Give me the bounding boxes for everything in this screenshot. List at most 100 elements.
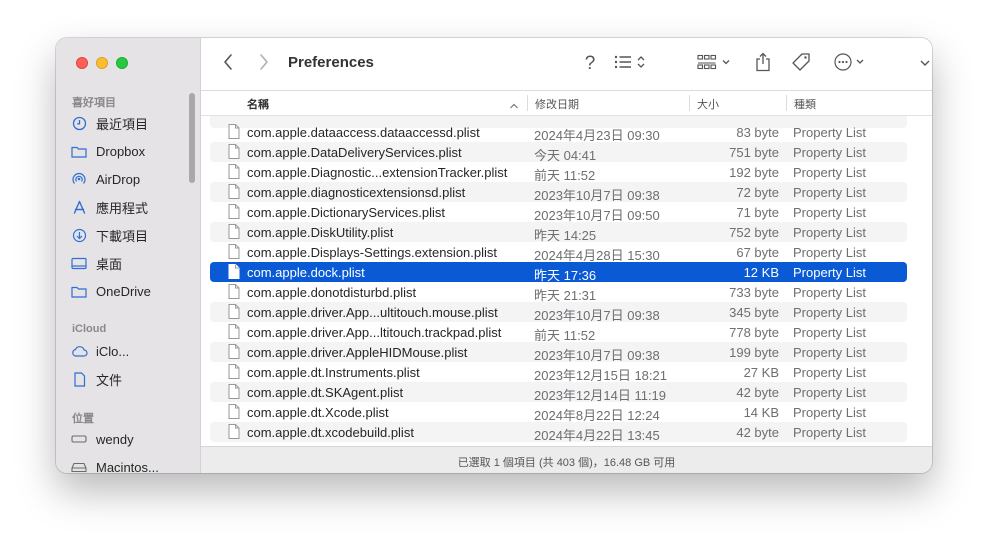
more-actions-button[interactable] <box>833 52 869 76</box>
plist-file-icon <box>228 184 240 199</box>
sidebar-header-locations: 位置 <box>72 413 94 425</box>
table-row[interactable]: com.apple.DictionaryServices.plist 2023年… <box>210 202 907 223</box>
sidebar-scrollbar[interactable] <box>189 93 195 183</box>
table-row[interactable]: com.apple.driver.App...ultitouch.mouse.p… <box>210 302 907 323</box>
table-row[interactable]: com.apple.diagnosticextensionsd.plist 20… <box>210 182 907 203</box>
table-row[interactable]: com.apple.DataDeliveryServices.plist 今天 … <box>210 142 907 163</box>
plist-file-icon <box>228 124 240 139</box>
sidebar-item-recents[interactable]: 最近項目 <box>70 112 194 134</box>
table-row[interactable]: com.apple.dt.SKAgent.plist 2023年12月14日 1… <box>210 382 907 403</box>
folder-icon <box>70 142 88 160</box>
column-date-header[interactable]: 修改日期 <box>535 96 579 112</box>
sidebar-item-label: 文件 <box>96 372 123 388</box>
column-divider[interactable] <box>786 95 787 111</box>
tag-button[interactable] <box>790 52 812 76</box>
sidebar-item-wendy[interactable]: wendy <box>70 428 194 450</box>
column-divider[interactable] <box>689 95 690 111</box>
file-kind: Property List <box>793 425 866 440</box>
table-row[interactable]: com.apple.driver.App...ltitouch.trackpad… <box>210 322 907 343</box>
sidebar-item-dropbox[interactable]: Dropbox <box>70 140 194 162</box>
file-name: com.apple.dt.xcodebuild.plist <box>247 425 414 440</box>
sidebar-item-label: iClo... <box>96 343 130 359</box>
sidebar-item-applications[interactable]: 應用程式 <box>70 196 194 218</box>
plist-file-icon <box>228 244 240 259</box>
sidebar-item-onedrive[interactable]: OneDrive <box>70 280 194 302</box>
plist-file-icon <box>228 324 240 339</box>
tag-icon <box>791 52 811 77</box>
group-button[interactable] <box>695 52 735 76</box>
more-icon <box>834 52 868 76</box>
sidebar-item-documents[interactable]: 文件 <box>70 368 194 390</box>
back-button[interactable] <box>219 52 237 76</box>
sidebar-item-desktop[interactable]: 桌面 <box>70 252 194 274</box>
chevron-down-icon <box>919 55 931 73</box>
share-button[interactable] <box>753 52 773 76</box>
file-size: 72 byte <box>736 185 779 200</box>
table-row[interactable]: com.apple.Displays-Settings.extension.pl… <box>210 242 907 263</box>
desktop-icon <box>70 254 88 272</box>
zoom-window-button[interactable] <box>116 57 128 69</box>
table-row[interactable]: com.apple.dt.Instruments.plist 2023年12月1… <box>210 362 907 383</box>
forward-icon <box>259 53 269 76</box>
table-row[interactable]: com.apple.dataaccess.dataaccessd.plist 2… <box>210 122 907 143</box>
file-kind: Property List <box>793 345 866 360</box>
file-size: 71 byte <box>736 205 779 220</box>
sidebar-header-favorites: 喜好項目 <box>72 97 116 109</box>
table-row[interactable]: com.apple.dt.xcodebuild.plist 2024年4月22日… <box>210 422 907 443</box>
sidebar-item-downloads[interactable]: 下載項目 <box>70 224 194 246</box>
group-icon <box>697 54 733 75</box>
file-name: com.apple.Displays-Settings.extension.pl… <box>247 245 498 260</box>
plist-file-icon <box>228 164 240 179</box>
file-name: com.apple.dock.plist <box>247 265 365 280</box>
table-row[interactable]: com.apple.Diagnostic...extensionTracker.… <box>210 162 907 183</box>
view-options-button[interactable] <box>612 52 652 76</box>
column-divider[interactable] <box>527 95 528 111</box>
help-button[interactable]: ? <box>581 52 599 76</box>
column-kind-header[interactable]: 種類 <box>794 96 816 112</box>
table-row[interactable]: com.apple.donotdisturbd.plist 昨天 21:31 7… <box>210 282 907 303</box>
table-row[interactable]: com.apple.driver.AppleHIDMouse.plist 202… <box>210 342 907 363</box>
sidebar-item-label: AirDrop <box>96 171 141 187</box>
file-size: 752 byte <box>729 225 779 240</box>
sidebar-item-icloud-drive[interactable]: iClo... <box>70 340 194 362</box>
sidebar-item-label: Macintos... <box>96 459 159 474</box>
window-title: Preferences <box>288 54 374 71</box>
table-row[interactable]: com.apple.DiskUtility.plist 昨天 14:25 752… <box>210 222 907 243</box>
minimize-window-button[interactable] <box>96 57 108 69</box>
file-name: com.apple.donotdisturbd.plist <box>247 285 417 300</box>
column-size-header[interactable]: 大小 <box>697 96 719 112</box>
sidebar-item-macintosh-hd[interactable]: Macintos... <box>70 456 194 473</box>
file-kind: Property List <box>793 285 866 300</box>
sidebar-item-airdrop[interactable]: AirDrop <box>70 168 194 190</box>
file-kind: Property List <box>793 205 866 220</box>
file-kind: Property List <box>793 225 866 240</box>
sidebar-item-label: 最近項目 <box>96 116 149 132</box>
close-window-button[interactable] <box>76 57 88 69</box>
file-size: 12 KB <box>743 265 779 280</box>
cloud-icon <box>70 342 88 360</box>
sidebar-header-icloud: iCloud <box>72 323 107 335</box>
table-row[interactable]: com.apple.dt.Xcode.plist 2024年8月22日 12:2… <box>210 402 907 423</box>
file-name: com.apple.diagnosticextensionsd.plist <box>247 185 466 200</box>
plist-file-icon <box>228 224 240 239</box>
clock-icon <box>70 114 88 132</box>
toolbar-overflow-button[interactable] <box>915 52 932 76</box>
file-name: com.apple.dt.Xcode.plist <box>247 405 389 420</box>
forward-button[interactable] <box>255 52 273 76</box>
file-size: 27 KB <box>743 365 779 380</box>
plist-file-icon <box>228 364 240 379</box>
plist-file-icon <box>228 424 240 439</box>
plist-file-icon <box>228 404 240 419</box>
table-row-selected[interactable]: com.apple.dock.plist 昨天 17:36 12 KB Prop… <box>210 262 907 283</box>
file-size: 83 byte <box>736 125 779 140</box>
back-icon <box>223 53 233 76</box>
file-size: 199 byte <box>729 345 779 360</box>
file-size: 778 byte <box>729 325 779 340</box>
file-kind: Property List <box>793 145 866 160</box>
column-name-header[interactable]: 名稱 <box>247 96 269 112</box>
file-kind: Property List <box>793 305 866 320</box>
share-icon <box>755 52 771 77</box>
document-icon <box>70 370 88 388</box>
sidebar-item-label: 下載項目 <box>96 228 149 244</box>
file-kind: Property List <box>793 265 866 280</box>
